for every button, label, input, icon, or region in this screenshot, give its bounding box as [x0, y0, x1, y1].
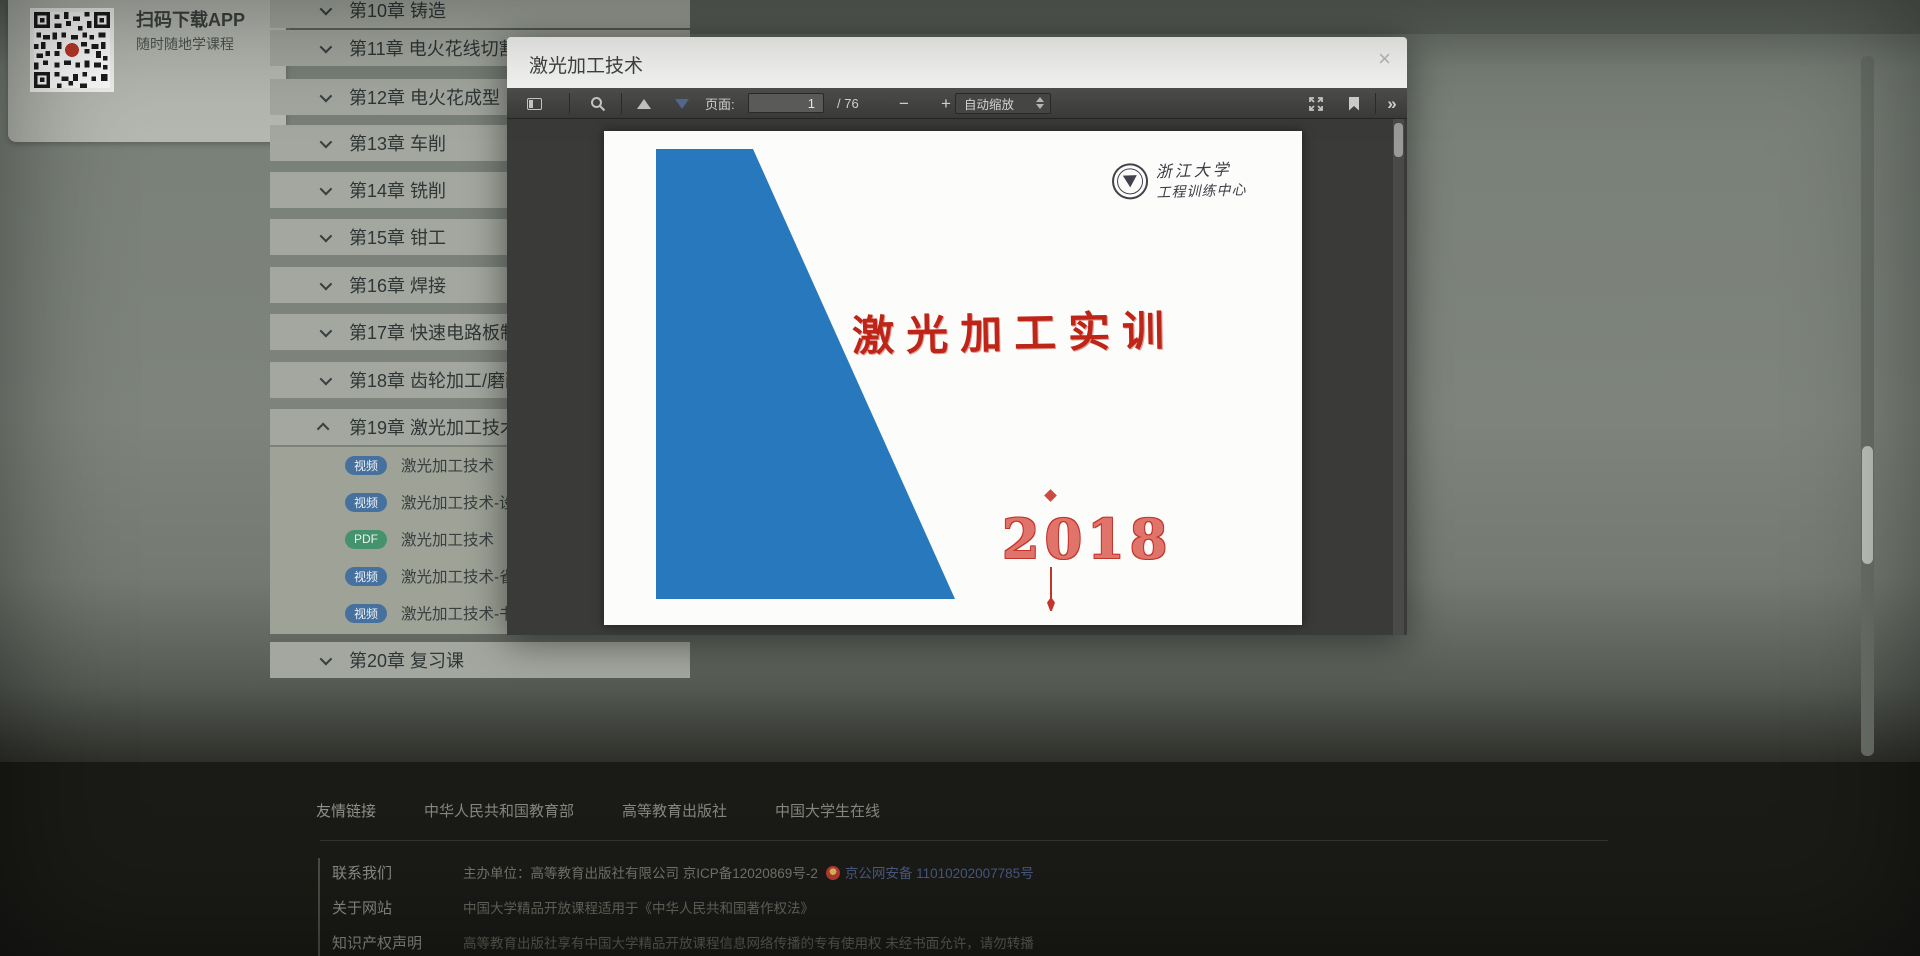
qr-code: [30, 8, 114, 92]
presentation-mode-button[interactable]: [1301, 88, 1331, 119]
university-logo-text: 浙江大学 工程训练中心: [1155, 155, 1246, 202]
lesson-label: 激光加工技术: [401, 528, 494, 550]
chevron-down-icon: [320, 652, 333, 665]
qr-download-panel: 扫码下载APP 随时随地学课程: [8, 0, 286, 142]
search-icon: [590, 96, 606, 112]
chapter-label: 第12章 电火花成型: [349, 84, 500, 110]
footer-nav-about[interactable]: 关于网站: [332, 897, 472, 918]
sidebar-toggle-icon: [527, 98, 542, 110]
chevron-down-icon: [320, 372, 333, 385]
search-button[interactable]: [583, 88, 613, 119]
qr-code-icon: [34, 12, 110, 88]
toolbar-separator: [569, 93, 570, 114]
arrow-down-icon: [675, 99, 689, 109]
pdf-page: 浙江大学 工程训练中心 激光加工实训 2018: [604, 131, 1302, 625]
chevron-up-icon: [317, 422, 330, 435]
cover-year: 2018: [1002, 507, 1162, 571]
chevron-down-icon: [320, 324, 333, 337]
pdf-viewer: 浙江大学 工程训练中心 激光加工实训 2018: [507, 119, 1407, 635]
select-spinner-icon: [1036, 97, 1044, 109]
video-badge: 视频: [345, 604, 387, 623]
footer-nav-contact[interactable]: 联系我们: [332, 862, 472, 883]
friend-links-row: 友情链接 中华人民共和国教育部 高等教育出版社 中国大学生在线: [316, 800, 880, 821]
chapter-label: 第14章 铣削: [349, 177, 446, 203]
police-badge-icon: [826, 866, 840, 880]
chapter-label: 第13章 车削: [349, 130, 446, 156]
chapter-label: 第10章 铸造: [349, 0, 446, 23]
qr-caption-line1: 扫码下载APP: [136, 6, 245, 32]
zoom-out-button[interactable]: −: [889, 88, 919, 119]
video-badge: 视频: [345, 493, 387, 512]
previous-page-button[interactable]: [627, 88, 661, 119]
footer-info-line2: 中国大学精品开放课程适用于《中华人民共和国著作权法》: [463, 897, 814, 917]
chapter-label: 第11章 电火花线切割: [349, 35, 517, 61]
zoom-level-value: 自动缩放: [964, 94, 1014, 113]
toolbar-separator: [621, 93, 622, 114]
university-seal-icon: [1111, 163, 1148, 200]
footer-link-univs[interactable]: 中国大学生在线: [775, 800, 880, 821]
close-icon[interactable]: ×: [1378, 48, 1391, 70]
page-number-label: 页面:: [705, 88, 735, 119]
page-scrollbar-thumb[interactable]: [1862, 446, 1873, 564]
police-filing-link[interactable]: 京公网安备 11010202007785号: [845, 866, 1034, 881]
sidebar-item-chapter20[interactable]: 第20章 复习课: [270, 642, 690, 678]
zoom-level-select[interactable]: 自动缩放: [955, 93, 1051, 114]
chapter-label: 第18章 齿轮加工/磨削: [349, 367, 523, 393]
toolbar-separator: [1375, 93, 1376, 114]
chevron-down-icon: [320, 229, 333, 242]
arrow-up-icon: [637, 99, 651, 109]
pdf-badge: PDF: [345, 530, 387, 549]
more-tools-button[interactable]: »: [1379, 88, 1405, 119]
footer-vertical-divider: [318, 858, 320, 956]
cover-title: 激光加工实训: [851, 295, 1272, 363]
tassel-ornament: [1050, 567, 1052, 599]
page-scrollbar[interactable]: [1861, 56, 1874, 756]
chapter-label: 第15章 钳工: [349, 224, 446, 250]
chevron-down-icon: [320, 89, 333, 102]
fullscreen-icon: [1308, 96, 1324, 112]
video-badge: 视频: [345, 567, 387, 586]
chevron-down-icon: [320, 40, 333, 53]
footer-link-moe[interactable]: 中华人民共和国教育部: [424, 800, 574, 821]
university-logo: 浙江大学 工程训练中心: [1111, 154, 1282, 204]
pdf-scrollbar-thumb[interactable]: [1394, 123, 1403, 157]
footer: 友情链接 中华人民共和国教育部 高等教育出版社 中国大学生在线 联系我们 关于网…: [0, 762, 1920, 956]
footer-divider: [320, 840, 1608, 841]
modal-title: 激光加工技术: [529, 51, 643, 78]
qr-caption-line2: 随时随地学课程: [136, 34, 234, 54]
page-total-label: / 76: [837, 88, 859, 119]
lesson-label: 激光加工技术-书: [401, 602, 515, 624]
footer-info-line1: 主办单位：高等教育出版社有限公司 京ICP备12020869号-2 京公网安备 1…: [463, 862, 1034, 882]
screen: 扫码下载APP 随时随地学课程 第10章 铸造 第11章 电火花线切割 第12章…: [0, 0, 1920, 956]
chevron-down-icon: [320, 135, 333, 148]
video-badge: 视频: [345, 456, 387, 475]
page-number-input[interactable]: [748, 93, 824, 113]
chapter-label: 第20章 复习课: [349, 647, 464, 673]
bookmark-button[interactable]: [1339, 88, 1369, 119]
friend-links-label: 友情链接: [316, 800, 376, 821]
cover-blue-shape: [604, 131, 1302, 625]
icp-text: 主办单位：高等教育出版社有限公司 京ICP备12020869号-2: [463, 866, 818, 881]
footer-nav-ip-statement[interactable]: 知识产权声明: [332, 932, 472, 953]
logo-line1: 浙江大学: [1155, 155, 1246, 182]
chevron-down-icon: [320, 277, 333, 290]
modal-header: 激光加工技术 ×: [507, 37, 1407, 88]
sidebar-item-chapter10[interactable]: 第10章 铸造: [270, 0, 690, 28]
chevron-down-icon: [320, 2, 333, 15]
footer-link-hep[interactable]: 高等教育出版社: [622, 800, 727, 821]
pdf-modal: 激光加工技术 × 页面: / 76 −: [507, 37, 1407, 635]
pdf-scrollbar[interactable]: [1393, 119, 1404, 635]
footer-info-line3: 高等教育出版社享有中国大学精品开放课程信息网络传播的专有使用权 未经书面允许，请…: [463, 932, 1034, 952]
chapter-label: 第19章 激光加工技术: [349, 414, 518, 440]
logo-line2: 工程训练中心: [1156, 179, 1247, 202]
sidebar-toggle-button[interactable]: [519, 88, 549, 119]
chapter-label: 第16章 焊接: [349, 272, 446, 298]
bookmark-icon: [1349, 97, 1359, 111]
pdf-toolbar: 页面: / 76 − + 自动缩放: [507, 88, 1407, 119]
chevron-down-icon: [320, 182, 333, 195]
next-page-button[interactable]: [665, 88, 699, 119]
lesson-label: 激光加工技术: [401, 454, 494, 476]
